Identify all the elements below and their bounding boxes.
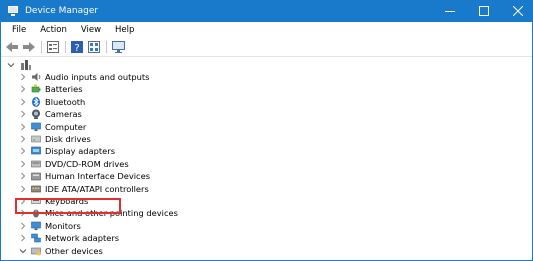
close-button[interactable] <box>501 0 532 22</box>
device-tree: Audio inputs and outputs Batteries Bluetoo… <box>1 57 532 260</box>
tree-item-computer[interactable]: Computer <box>19 121 86 133</box>
chevron-right-icon[interactable] <box>19 110 27 118</box>
device-manager-icon <box>7 5 19 17</box>
tree-item-display-adapters[interactable]: Display adapters <box>19 145 115 157</box>
chevron-right-icon[interactable] <box>19 123 27 131</box>
tree-item-label: Computer <box>45 121 87 132</box>
view-button[interactable] <box>87 40 101 54</box>
toolbar: ? <box>1 38 532 57</box>
tree-item-label: Audio inputs and outputs <box>45 72 150 82</box>
properties-icon <box>47 41 59 53</box>
highlight-box <box>15 198 121 214</box>
tree-item-label: IDE ATA/ATAPI controllers <box>45 183 149 194</box>
ide-icon <box>31 184 41 194</box>
scan-hardware-button[interactable] <box>111 40 125 54</box>
chevron-right-icon[interactable] <box>19 147 27 155</box>
properties-button[interactable] <box>46 40 60 54</box>
menu-bar: File Action View Help <box>1 22 532 38</box>
camera-icon <box>31 109 41 120</box>
maximize-button[interactable] <box>467 0 501 22</box>
back-icon <box>6 42 18 52</box>
tree-item-other-devices[interactable]: Other devices <box>19 245 103 257</box>
chevron-down-icon[interactable] <box>19 247 27 255</box>
other-devices-icon <box>31 246 41 256</box>
window-title: Device Manager <box>25 6 99 16</box>
help-button[interactable]: ? <box>70 40 84 54</box>
toolbar-separator <box>41 41 42 53</box>
speaker-icon <box>31 72 41 82</box>
tree-item-label: Human Interface Devices <box>45 171 151 182</box>
monitor-icon <box>31 221 41 231</box>
tree-item-label: Other devices <box>45 245 103 256</box>
tree-item-batteries[interactable]: Batteries <box>19 83 83 95</box>
tree-item-label: Display adapters <box>45 146 116 157</box>
device-manager-window: Device Manager File Action View Help ? A… <box>0 0 533 261</box>
tree-item-label: DVD/CD-ROM drives <box>45 158 129 169</box>
tree-root[interactable] <box>7 59 35 71</box>
tree-item-label: Monitors <box>45 220 81 231</box>
computer-root-icon <box>21 60 31 70</box>
bluetooth-icon <box>31 96 41 107</box>
tree-item-label: Bluetooth <box>45 96 86 107</box>
menu-action[interactable]: Action <box>33 25 74 35</box>
tree-item-disk-drives[interactable]: Disk drives <box>19 133 91 145</box>
tree-item-label: Network adapters <box>45 233 120 244</box>
svg-text:?: ? <box>74 43 79 53</box>
back-button[interactable] <box>5 40 19 54</box>
dvd-icon <box>31 159 41 169</box>
chevron-right-icon[interactable] <box>19 222 27 230</box>
hid-icon <box>31 171 41 181</box>
tree-item-audio-inputs-and-outputs[interactable]: Audio inputs and outputs <box>19 71 149 83</box>
tree-item-bluetooth[interactable]: Bluetooth <box>19 96 85 108</box>
menu-view[interactable]: View <box>74 25 108 35</box>
chevron-right-icon[interactable] <box>19 135 27 143</box>
chevron-right-icon[interactable] <box>19 85 27 93</box>
tree-item-network-adapters[interactable]: Network adapters <box>19 232 119 244</box>
toolbar-separator <box>65 41 66 53</box>
tree-item-dvd-cd-rom-drives[interactable]: DVD/CD-ROM drives <box>19 158 129 170</box>
tree-item-label: Disk drives <box>45 134 91 144</box>
battery-icon <box>31 84 41 94</box>
minimize-icon <box>445 11 455 12</box>
monitor-icon <box>111 41 125 53</box>
title-bar[interactable]: Device Manager <box>1 0 532 22</box>
tree-item-monitors[interactable]: Monitors <box>19 220 81 232</box>
computer-icon <box>31 122 41 132</box>
network-icon <box>31 233 41 243</box>
forward-button[interactable] <box>22 40 36 54</box>
toolbar-separator <box>106 41 107 53</box>
view-icon <box>88 41 100 53</box>
close-icon <box>513 6 523 16</box>
tree-item-label: Cameras <box>45 109 82 120</box>
chevron-right-icon[interactable] <box>19 98 27 106</box>
chevron-right-icon[interactable] <box>19 172 27 180</box>
chevron-right-icon[interactable] <box>19 185 27 193</box>
maximize-icon <box>479 6 489 16</box>
chevron-down-icon[interactable] <box>7 61 15 69</box>
tree-item-ide-ata-atapi-controllers[interactable]: IDE ATA/ATAPI controllers <box>19 183 149 195</box>
minimize-button[interactable] <box>433 0 467 22</box>
menu-file[interactable]: File <box>5 25 33 35</box>
tree-item-human-interface-devices[interactable]: Human Interface Devices <box>19 170 150 182</box>
tree-item-cameras[interactable]: Cameras <box>19 108 82 120</box>
chevron-right-icon[interactable] <box>19 73 27 81</box>
menu-help[interactable]: Help <box>108 25 141 35</box>
disk-icon <box>31 134 41 144</box>
forward-icon <box>23 42 35 52</box>
display-adapter-icon <box>31 146 41 156</box>
chevron-right-icon[interactable] <box>19 234 27 242</box>
chevron-right-icon[interactable] <box>19 160 27 168</box>
help-icon: ? <box>71 41 83 53</box>
tree-item-label: Batteries <box>45 84 83 95</box>
